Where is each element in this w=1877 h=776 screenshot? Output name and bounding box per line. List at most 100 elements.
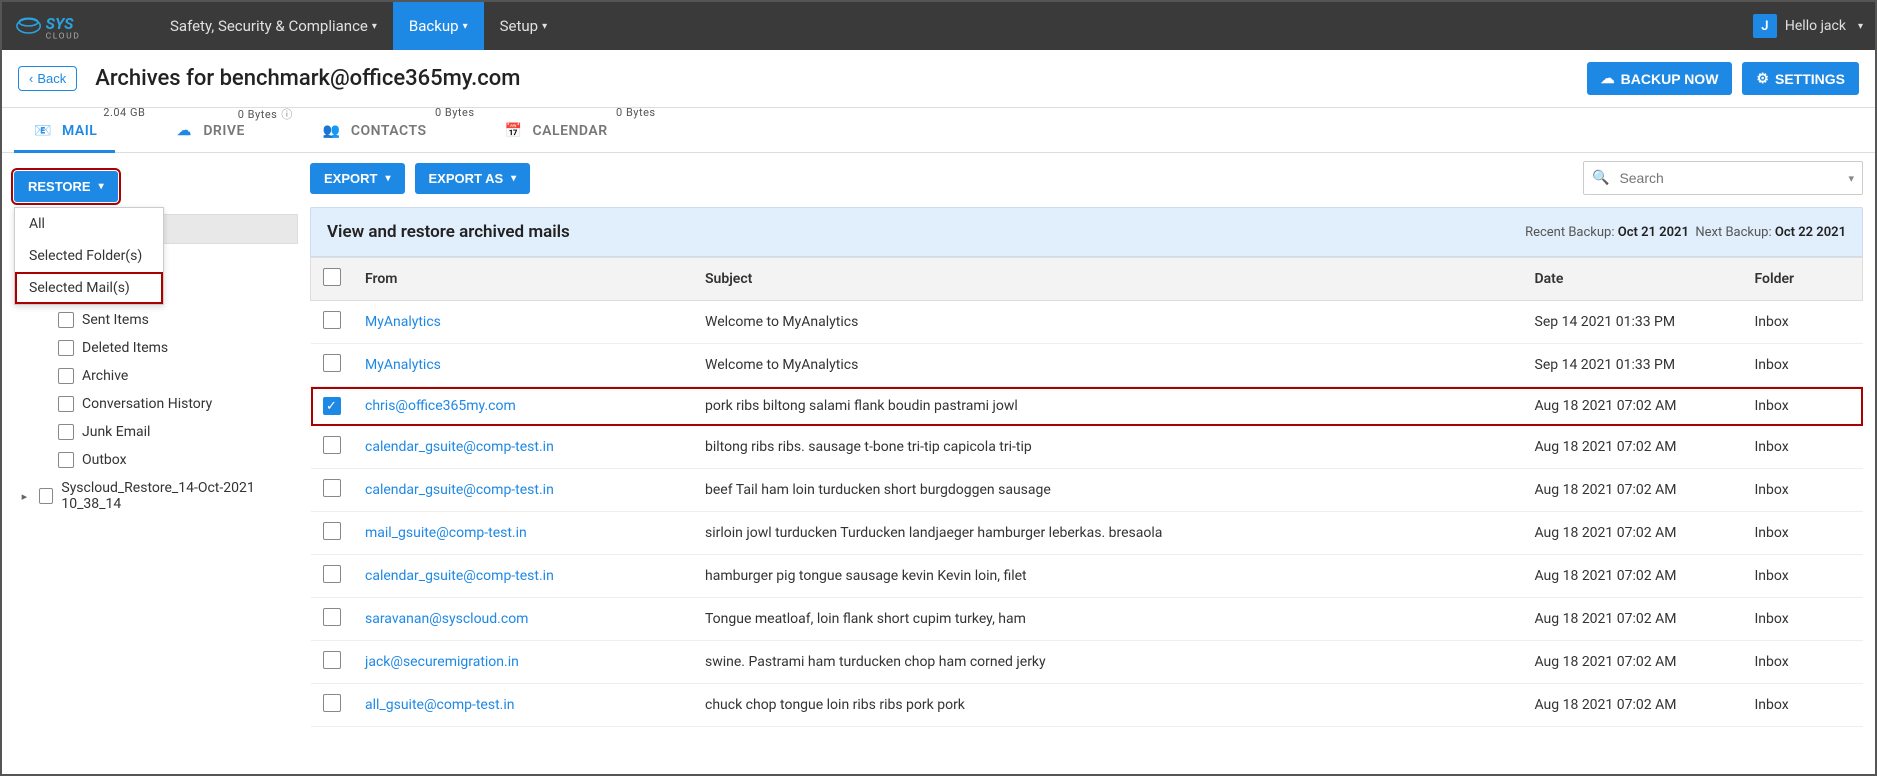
- tab-mail[interactable]: 📧 MAIL 2.04 GB: [14, 108, 115, 152]
- from-link[interactable]: all_gsuite@comp-test.in: [365, 697, 514, 713]
- folder-checkbox[interactable]: [58, 396, 74, 412]
- table-row[interactable]: MyAnalyticsWelcome to MyAnalyticsSep 14 …: [311, 301, 1863, 344]
- settings-button[interactable]: ⚙ SETTINGS: [1742, 62, 1859, 95]
- tree-row[interactable]: Conversation History: [14, 390, 298, 418]
- folder-label: Junk Email: [82, 424, 150, 440]
- panel-title: View and restore archived mails: [327, 222, 1525, 242]
- backup-now-button[interactable]: ☁ BACKUP NOW: [1587, 62, 1733, 95]
- nav-item-compliance[interactable]: Safety, Security & Compliance▾: [154, 2, 393, 50]
- table-row[interactable]: calendar_gsuite@comp-test.in biltong ribs…: [311, 426, 1863, 469]
- from-link[interactable]: chris@office365my.com: [365, 398, 516, 414]
- cell-date: Aug 18 2021 07:02 AM: [1523, 512, 1743, 555]
- caret-down-icon: ▾: [511, 173, 516, 184]
- row-checkbox[interactable]: [323, 436, 341, 454]
- row-checkbox[interactable]: [323, 651, 341, 669]
- tree-row[interactable]: Outbox: [14, 446, 298, 474]
- tab-calendar[interactable]: 📅 CALENDAR 0 Bytes: [485, 108, 626, 152]
- back-button[interactable]: ‹ Back: [18, 66, 77, 91]
- folder-label: Conversation History: [82, 396, 212, 412]
- row-checkbox[interactable]: [323, 694, 341, 712]
- cell-subject: Welcome to MyAnalytics: [693, 301, 1523, 344]
- tree-row[interactable]: Junk Email: [14, 418, 298, 446]
- folder-checkbox[interactable]: [58, 368, 74, 384]
- folder-checkbox[interactable]: [58, 452, 74, 468]
- from-link[interactable]: calendar_gsuite@comp-test.in: [365, 568, 554, 584]
- search-input[interactable]: [1615, 166, 1848, 190]
- row-checkbox[interactable]: [323, 354, 341, 372]
- table-row[interactable]: saravanan@syscloud.comTongue meatloaf, l…: [311, 598, 1863, 641]
- nav-item-backup[interactable]: Backup▾: [393, 2, 484, 50]
- export-as-button[interactable]: EXPORT AS▾: [415, 163, 531, 194]
- row-checkbox[interactable]: [323, 479, 341, 497]
- search-box[interactable]: 🔍 ▾: [1583, 161, 1863, 195]
- from-link[interactable]: MyAnalytics: [365, 314, 441, 330]
- row-checkbox[interactable]: [323, 522, 341, 540]
- table-row[interactable]: ✓chris@office365my.compork ribs biltong …: [311, 387, 1863, 426]
- folder-checkbox[interactable]: [39, 488, 54, 504]
- tree-row-syscloud-restore[interactable]: ▸ Syscloud_Restore_14-Oct-2021 10_38_14: [14, 474, 298, 518]
- search-icon: 🔍: [1592, 170, 1609, 186]
- gear-icon: ⚙: [1756, 70, 1769, 87]
- size-badge: 0 Bytes: [616, 106, 656, 119]
- folder-label: Archive: [82, 368, 128, 384]
- page-title: Archives for benchmark@office365my.com: [95, 66, 1576, 91]
- tree-row[interactable]: Deleted Items: [14, 334, 298, 362]
- chevron-down-icon: ▾: [372, 21, 377, 32]
- col-from[interactable]: From: [353, 258, 693, 301]
- restore-selected-folders[interactable]: Selected Folder(s): [15, 240, 163, 272]
- cell-folder: Inbox: [1743, 641, 1863, 684]
- col-subject[interactable]: Subject: [693, 258, 1523, 301]
- row-checkbox[interactable]: [323, 565, 341, 583]
- info-icon[interactable]: ⓘ: [281, 108, 293, 121]
- chevron-down-icon: ▾: [542, 21, 547, 32]
- avatar: J: [1753, 14, 1777, 38]
- export-button[interactable]: EXPORT▾: [310, 163, 405, 194]
- cloud-upload-icon: ☁: [1601, 70, 1615, 87]
- table-row[interactable]: calendar_gsuite@comp-test.inhamburger pi…: [311, 555, 1863, 598]
- toolbar: RESTORE▾ All Selected Folder(s) Selected…: [14, 163, 298, 214]
- cell-date: Aug 18 2021 07:02 AM: [1523, 598, 1743, 641]
- from-link[interactable]: calendar_gsuite@comp-test.in: [365, 439, 554, 455]
- folder-label: Outbox: [82, 452, 127, 468]
- from-link[interactable]: saravanan@syscloud.com: [365, 611, 528, 627]
- from-link[interactable]: calendar_gsuite@comp-test.in: [365, 482, 554, 498]
- user-menu[interactable]: J Hello jack ▾: [1753, 14, 1863, 38]
- table-row[interactable]: all_gsuite@comp-test.inchuck chop tongue…: [311, 684, 1863, 727]
- cell-date: Aug 18 2021 07:02 AM: [1523, 641, 1743, 684]
- nav-item-setup[interactable]: Setup▾: [484, 2, 564, 50]
- row-checkbox[interactable]: [323, 311, 341, 329]
- restore-all[interactable]: All: [15, 208, 163, 240]
- col-folder[interactable]: Folder: [1743, 258, 1863, 301]
- title-bar: ‹ Back Archives for benchmark@office365m…: [2, 50, 1875, 108]
- folder-checkbox[interactable]: [58, 340, 74, 356]
- sidebar: RESTORE▾ All Selected Folder(s) Selected…: [2, 153, 302, 745]
- search-options-caret[interactable]: ▾: [1848, 172, 1854, 185]
- svg-text:SYS: SYS: [46, 15, 74, 33]
- col-date[interactable]: Date: [1523, 258, 1743, 301]
- backup-meta: Recent Backup: Oct 21 2021 Next Backup: …: [1525, 225, 1846, 240]
- row-checkbox[interactable]: ✓: [323, 397, 341, 415]
- folder-checkbox[interactable]: [58, 312, 74, 328]
- logo[interactable]: SYS CLOUD: [14, 12, 124, 40]
- table-row[interactable]: calendar_gsuite@comp-test.inbeef Tail ha…: [311, 469, 1863, 512]
- cell-subject: sirloin jowl turducken Turducken landjae…: [693, 512, 1523, 555]
- from-link[interactable]: MyAnalytics: [365, 357, 441, 373]
- select-all-checkbox[interactable]: [323, 268, 341, 286]
- table-row[interactable]: MyAnalyticsWelcome to MyAnalyticsSep 14 …: [311, 344, 1863, 387]
- from-link[interactable]: mail_gsuite@comp-test.in: [365, 525, 527, 541]
- cell-folder: Inbox: [1743, 344, 1863, 387]
- table-row[interactable]: mail_gsuite@comp-test.in sirloin jowl tur…: [311, 512, 1863, 555]
- tab-contacts[interactable]: 👥 CONTACTS 0 Bytes: [303, 108, 445, 152]
- tab-drive[interactable]: ☁ DRIVE 0 Bytesⓘ: [155, 108, 263, 152]
- size-badge: 0 Bytes: [435, 106, 475, 119]
- restore-button[interactable]: RESTORE▾: [14, 171, 118, 202]
- expand-icon[interactable]: ▸: [18, 490, 31, 503]
- restore-selected-mails[interactable]: Selected Mail(s): [15, 272, 163, 304]
- from-link[interactable]: jack@securemigration.in: [365, 654, 519, 670]
- cell-subject: biltong ribs ribs. sausage t-bone tri-ti…: [693, 426, 1523, 469]
- tree-row[interactable]: Sent Items: [14, 306, 298, 334]
- row-checkbox[interactable]: [323, 608, 341, 626]
- folder-checkbox[interactable]: [58, 424, 74, 440]
- tree-row[interactable]: Archive: [14, 362, 298, 390]
- table-row[interactable]: jack@securemigration.inswine. Pastrami h…: [311, 641, 1863, 684]
